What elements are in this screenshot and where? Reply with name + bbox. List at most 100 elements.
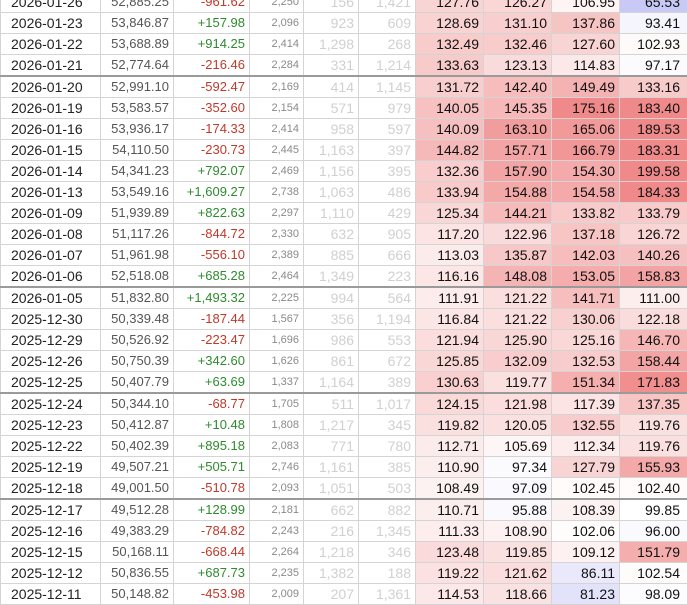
table-row[interactable]: 2026-01-0551,832.80+1,493.322,2259945641… xyxy=(1,287,687,309)
index-value-cell-4: 98.09 xyxy=(620,584,687,605)
index-value-cell-4: 96.00 xyxy=(620,521,687,542)
index-value-cell-3: 166.79 xyxy=(552,140,620,161)
table-row[interactable]: 2026-01-1953,583.57-352.602,154571979140… xyxy=(1,98,687,119)
volume-cell: 2,093 xyxy=(250,478,304,500)
index-value-cell-3: 102.45 xyxy=(552,478,620,500)
index-value-cell-1: 116.16 xyxy=(416,266,484,288)
table-row[interactable]: 2025-12-1150,148.82-453.982,0092071,3611… xyxy=(1,584,687,605)
table-row[interactable]: 2025-12-2650,750.39+342.601,626861672125… xyxy=(1,351,687,372)
index-value-cell-3: 149.49 xyxy=(552,76,620,98)
table-row[interactable]: 2025-12-3050,339.48-187.441,5673561,1941… xyxy=(1,309,687,330)
change-cell: -187.44 xyxy=(174,309,250,330)
close-cell: 49,512.28 xyxy=(101,499,174,521)
change-cell: -510.78 xyxy=(174,478,250,500)
index-value-cell-3: 114.83 xyxy=(552,55,620,77)
count-a-cell: 1,051 xyxy=(304,478,359,500)
change-cell: -668.44 xyxy=(174,542,250,563)
index-value-cell-1: 131.72 xyxy=(416,76,484,98)
index-value-cell-3: 154.30 xyxy=(552,161,620,182)
close-cell: 50,168.11 xyxy=(101,542,174,563)
table-row[interactable]: 2025-12-2250,402.39+895.182,083771780112… xyxy=(1,436,687,457)
volume-cell: 1,808 xyxy=(250,415,304,436)
index-value-cell-1: 116.84 xyxy=(416,309,484,330)
count-a-cell: 1,382 xyxy=(304,563,359,584)
close-cell: 54,341.23 xyxy=(101,161,174,182)
count-a-cell: 1,164 xyxy=(304,372,359,394)
index-value-cell-2: 132.46 xyxy=(484,34,552,55)
table-row[interactable]: 2025-12-1649,383.29-784.822,2432161,3451… xyxy=(1,521,687,542)
table-row[interactable]: 2026-01-2052,991.10-592.472,1694141,1451… xyxy=(1,76,687,98)
index-value-cell-1: 114.53 xyxy=(416,584,484,605)
index-value-cell-3: 125.16 xyxy=(552,330,620,351)
count-a-cell: 1,063 xyxy=(304,182,359,203)
table-row[interactable]: 2026-01-2152,774.64-216.462,2843311,2141… xyxy=(1,55,687,77)
table-row[interactable]: 2026-01-1554,110.50-230.732,4451,1633971… xyxy=(1,140,687,161)
change-cell: +63.69 xyxy=(174,372,250,394)
index-value-cell-4: 133.16 xyxy=(620,76,687,98)
volume-cell: 2,096 xyxy=(250,13,304,34)
table-row[interactable]: 2026-01-0851,117.26-844.722,330632905117… xyxy=(1,224,687,245)
index-value-cell-1: 140.05 xyxy=(416,98,484,119)
index-value-cell-1: 125.34 xyxy=(416,203,484,224)
volume-cell: 2,264 xyxy=(250,542,304,563)
date-cell: 2025-12-15 xyxy=(1,542,101,563)
index-value-cell-1: 121.94 xyxy=(416,330,484,351)
index-value-cell-1: 128.69 xyxy=(416,13,484,34)
table-row[interactable]: 2026-01-1353,549.16+1,609.272,7381,06348… xyxy=(1,182,687,203)
index-value-cell-3: 137.18 xyxy=(552,224,620,245)
close-cell: 50,750.39 xyxy=(101,351,174,372)
index-value-cell-1: 130.63 xyxy=(416,372,484,394)
table-row[interactable]: 2025-12-2450,344.10-68.771,7055111,01712… xyxy=(1,393,687,415)
volume-cell: 1,567 xyxy=(250,309,304,330)
table-row[interactable]: 2025-12-1550,168.11-668.442,2641,2183461… xyxy=(1,542,687,563)
close-cell: 50,402.39 xyxy=(101,436,174,457)
change-cell: -68.77 xyxy=(174,393,250,415)
index-value-cell-1: 113.03 xyxy=(416,245,484,266)
index-value-cell-4: 65.53 xyxy=(620,0,687,13)
date-cell: 2026-01-14 xyxy=(1,161,101,182)
index-value-cell-3: 137.86 xyxy=(552,13,620,34)
table-row[interactable]: 2025-12-1749,512.28+128.992,181662882110… xyxy=(1,499,687,521)
table-row[interactable]: 2025-12-2950,526.92-223.471,696986553121… xyxy=(1,330,687,351)
index-value-cell-3: 141.71 xyxy=(552,287,620,309)
index-value-cell-4: 189.53 xyxy=(620,119,687,140)
volume-cell: 1,626 xyxy=(250,351,304,372)
date-cell: 2025-12-29 xyxy=(1,330,101,351)
table-row[interactable]: 2026-01-2353,846.87+157.982,096923609128… xyxy=(1,13,687,34)
change-cell: -216.46 xyxy=(174,55,250,77)
close-cell: 50,344.10 xyxy=(101,393,174,415)
count-b-cell: 223 xyxy=(359,266,416,288)
close-cell: 53,583.57 xyxy=(101,98,174,119)
table-row[interactable]: 2025-12-2550,407.79+63.691,3371,16438913… xyxy=(1,372,687,394)
date-cell: 2025-12-30 xyxy=(1,309,101,330)
index-value-cell-2: 121.22 xyxy=(484,287,552,309)
date-cell: 2025-12-18 xyxy=(1,478,101,500)
date-cell: 2026-01-06 xyxy=(1,266,101,288)
table-row[interactable]: 2026-01-0652,518.08+685.282,4641,3492231… xyxy=(1,266,687,288)
count-b-cell: 609 xyxy=(359,13,416,34)
index-value-cell-3: 165.06 xyxy=(552,119,620,140)
table-row[interactable]: 2026-01-0751,961.98-556.102,389885666113… xyxy=(1,245,687,266)
index-value-cell-2: 123.13 xyxy=(484,55,552,77)
table-row[interactable]: 2025-12-2350,412.87+10.481,8081,21734511… xyxy=(1,415,687,436)
table-row[interactable]: 2025-12-1949,507.21+505.712,7461,1613851… xyxy=(1,457,687,478)
table-row[interactable]: 2026-01-1653,936.17-174.332,414958597140… xyxy=(1,119,687,140)
change-cell: -961.62 xyxy=(174,0,250,13)
table-row[interactable]: 2025-12-1849,001.50-510.782,0931,0515031… xyxy=(1,478,687,500)
count-a-cell: 861 xyxy=(304,351,359,372)
index-value-cell-3: 175.16 xyxy=(552,98,620,119)
change-cell: -453.98 xyxy=(174,584,250,605)
volume-cell: 2,235 xyxy=(250,563,304,584)
change-cell: +505.71 xyxy=(174,457,250,478)
table-row[interactable]: 2026-01-1454,341.23+792.072,4691,1563951… xyxy=(1,161,687,182)
index-value-cell-4: 137.35 xyxy=(620,393,687,415)
table-row[interactable]: 2025-12-1250,836.55+687.732,2351,3821881… xyxy=(1,563,687,584)
table-row[interactable]: 2026-01-2253,688.89+914.252,4141,2982681… xyxy=(1,34,687,55)
count-a-cell: 414 xyxy=(304,76,359,98)
table-row[interactable]: 2026-01-2652,885.25-961.622,2501561,4211… xyxy=(1,0,687,13)
change-cell: -352.60 xyxy=(174,98,250,119)
count-a-cell: 207 xyxy=(304,584,359,605)
date-cell: 2026-01-13 xyxy=(1,182,101,203)
table-row[interactable]: 2026-01-0951,939.89+822.632,2971,1104291… xyxy=(1,203,687,224)
count-b-cell: 564 xyxy=(359,287,416,309)
